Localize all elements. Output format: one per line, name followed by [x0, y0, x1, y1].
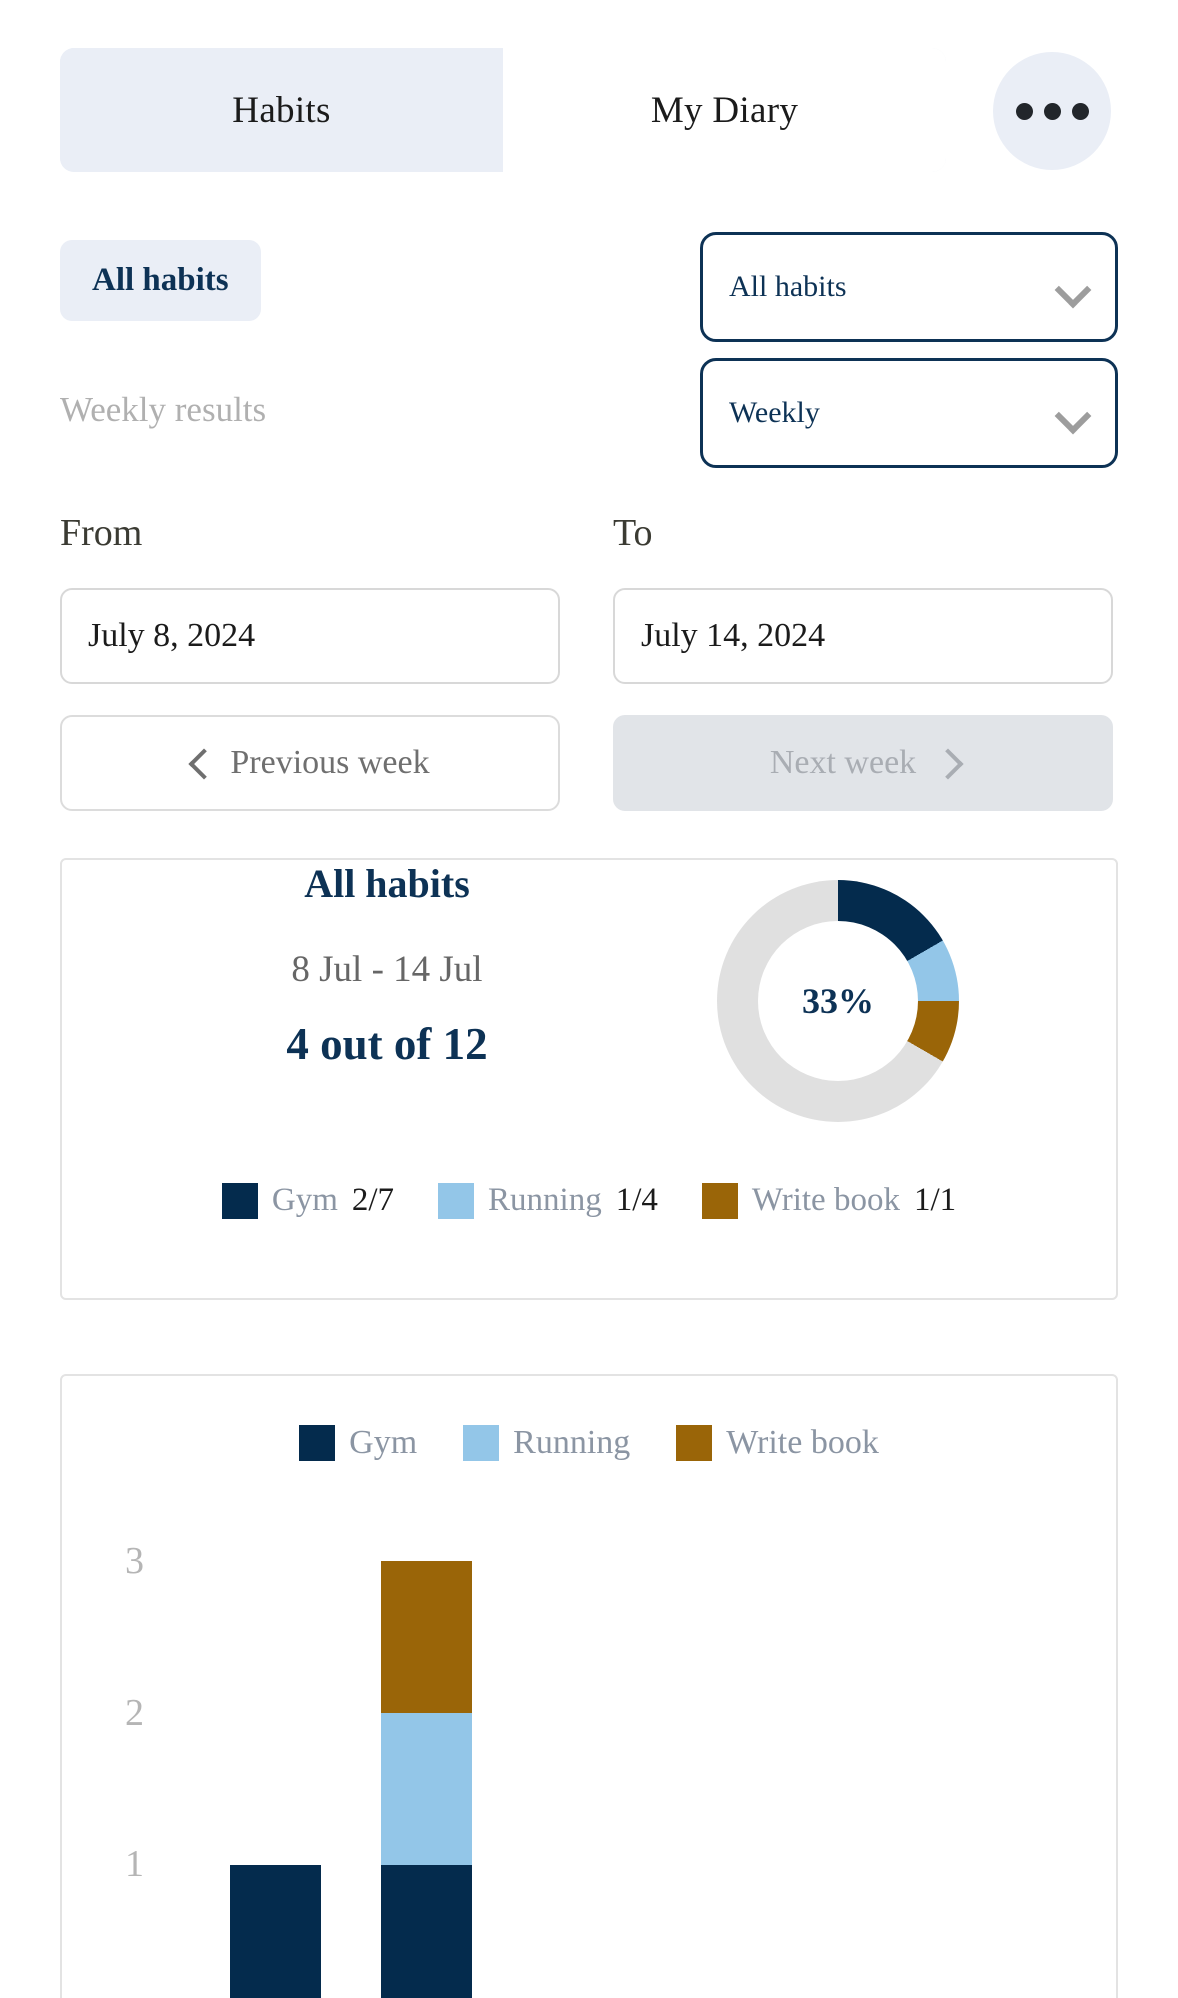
bar-segment-write-book	[381, 1561, 472, 1713]
y-axis-tick-label: 2	[125, 1691, 144, 1734]
tab-my-diary[interactable]: My Diary	[503, 48, 946, 172]
tab-habits[interactable]: Habits	[60, 48, 503, 172]
selected-habit-chip-label: All habits	[92, 262, 229, 298]
summary-card: All habits 8 Jul - 14 Jul 4 out of 12 33…	[60, 858, 1118, 1300]
selected-habit-chip: All habits	[60, 240, 261, 321]
from-date-value: July 8, 2024	[88, 617, 256, 654]
to-label: To	[613, 512, 653, 554]
next-week-button: Next week	[613, 715, 1113, 811]
overflow-menu-button[interactable]	[993, 52, 1111, 170]
ellipsis-icon-dot-1	[1015, 102, 1033, 120]
summary-title: All habits	[304, 861, 470, 906]
summary-legend: Gym 2/7 Running 1/4 Write book 1/1	[62, 1182, 1116, 1219]
previous-week-label: Previous week	[230, 744, 430, 781]
previous-week-button[interactable]: Previous week	[60, 715, 560, 811]
legend-swatch-icon	[701, 1182, 738, 1219]
completion-donut-chart: 33%	[717, 880, 959, 1122]
summary-legend-item: Running 1/4	[438, 1182, 658, 1219]
legend-swatch-icon	[463, 1425, 500, 1461]
y-axis-tick-label: 1	[125, 1843, 144, 1886]
chevron-down-icon	[1055, 396, 1089, 430]
y-axis-tick-label: 3	[125, 1540, 144, 1583]
to-date-input[interactable]: July 14, 2024	[613, 588, 1113, 684]
period-filter-value: Weekly	[729, 396, 820, 429]
legend-swatch-icon	[438, 1182, 475, 1219]
chevron-down-icon	[1055, 270, 1089, 304]
summary-legend-name: Gym	[271, 1182, 338, 1218]
ellipsis-icon-dot-2	[1043, 102, 1061, 120]
bar-segment-gym	[230, 1864, 321, 1998]
bar-segment-running	[381, 1713, 472, 1865]
next-week-label: Next week	[769, 744, 917, 781]
weekly-bar-chart-card: Gym Running Write book 3 2 1	[60, 1374, 1118, 1998]
summary-legend-item: Write book 1/1	[701, 1182, 957, 1219]
main-tabbar: Habits My Diary	[60, 48, 946, 172]
bar-chart-legend-name: Running	[513, 1424, 631, 1461]
from-date-input[interactable]: July 8, 2024	[60, 588, 560, 684]
habit-filter-select[interactable]: All habits	[700, 232, 1118, 342]
donut-percent-label: 33%	[758, 921, 918, 1081]
bar-segment-gym	[381, 1864, 472, 1998]
bar-chart-legend-item: Gym	[299, 1424, 417, 1462]
bar-chart-bar	[230, 1864, 321, 1998]
legend-swatch-icon	[676, 1425, 713, 1461]
summary-date-range: 8 Jul - 14 Jul	[291, 949, 483, 990]
to-date-value: July 14, 2024	[641, 617, 826, 654]
bar-chart-legend-name: Write book	[726, 1424, 879, 1461]
bar-chart-bar	[381, 1561, 472, 1998]
habit-stats-screen: Habits My Diary All habits Weekly result…	[0, 0, 1178, 1998]
from-label: From	[60, 512, 143, 554]
bar-chart-legend: Gym Running Write book	[62, 1424, 1116, 1462]
summary-legend-fraction: 1/1	[913, 1182, 957, 1218]
habit-filter-value: All habits	[729, 270, 847, 303]
bar-chart-legend-name: Gym	[349, 1424, 418, 1461]
bar-chart-plot: 3 2 1	[62, 1516, 1116, 1998]
summary-legend-fraction: 2/7	[351, 1182, 395, 1218]
period-filter-select[interactable]: Weekly	[700, 358, 1118, 468]
bar-chart-legend-item: Write book	[676, 1424, 879, 1462]
tab-habits-label: Habits	[232, 89, 331, 131]
legend-swatch-icon	[221, 1182, 258, 1219]
summary-legend-name: Write book	[751, 1182, 900, 1218]
period-summary-label: Weekly results	[60, 390, 267, 429]
summary-legend-fraction: 1/4	[615, 1182, 658, 1218]
chevron-left-icon	[190, 752, 212, 774]
summary-completion-count: 4 out of 12	[286, 1019, 488, 1069]
legend-swatch-icon	[299, 1425, 336, 1461]
bar-chart-legend-item: Running	[463, 1424, 630, 1462]
summary-legend-name: Running	[488, 1182, 602, 1218]
summary-legend-item: Gym 2/7	[221, 1182, 395, 1219]
tab-my-diary-label: My Diary	[650, 89, 799, 131]
chevron-right-icon	[934, 752, 956, 774]
ellipsis-icon-dot-3	[1071, 102, 1089, 120]
